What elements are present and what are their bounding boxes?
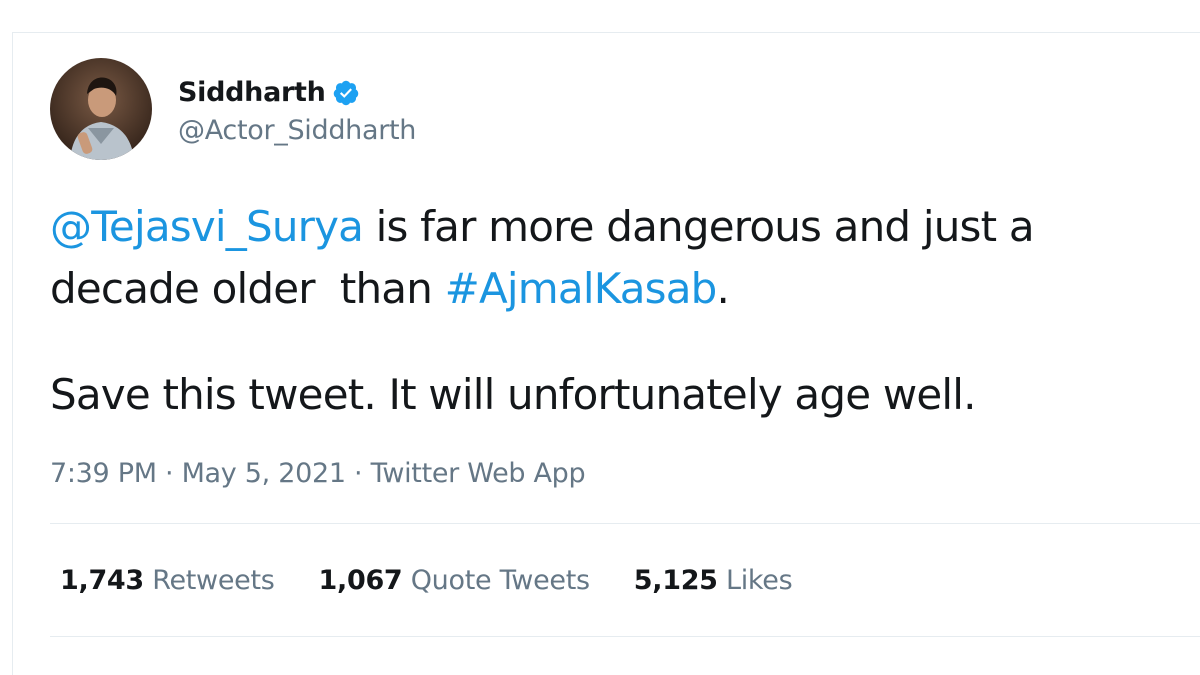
author-names: Siddharth @Actor_Siddharth bbox=[178, 73, 416, 146]
quote-tweets-stat[interactable]: 1,067 Quote Tweets bbox=[318, 564, 591, 596]
tweet-text-segment: is far more dangerous and just a bbox=[363, 202, 1035, 251]
tweet-text: @Tejasvi_Surya is far more dangerous and… bbox=[50, 196, 1200, 426]
likes-stat[interactable]: 5,125 Likes bbox=[634, 565, 793, 596]
tweet-card: Siddharth @Actor_Siddharth @Tejasvi_Sury… bbox=[50, 58, 1200, 637]
tweet-date[interactable]: May 5, 2021 bbox=[182, 458, 346, 489]
quote-tweets-count: 1,067 bbox=[318, 564, 403, 596]
verified-badge-icon bbox=[332, 79, 360, 107]
retweets-count: 1,743 bbox=[60, 564, 144, 596]
name-row: Siddharth bbox=[178, 73, 416, 113]
tweet-source[interactable]: Twitter Web App bbox=[371, 458, 586, 489]
meta-separator: · bbox=[345, 458, 371, 489]
tweet-line-2: decade older than #AjmalKasab. bbox=[50, 258, 1200, 320]
tweet-meta: 7:39 PM · May 5, 2021 · Twitter Web App bbox=[50, 458, 1200, 489]
retweets-label: Retweets bbox=[152, 564, 275, 596]
avatar[interactable] bbox=[50, 58, 152, 160]
tweet-stats: 1,743 Retweets 1,067 Quote Tweets 5,125 … bbox=[50, 524, 1200, 636]
handle[interactable]: @Actor_Siddharth bbox=[178, 115, 416, 146]
profile-photo-icon bbox=[50, 58, 152, 160]
meta-separator: · bbox=[156, 458, 182, 489]
top-divider bbox=[12, 32, 1200, 33]
display-name[interactable]: Siddharth bbox=[178, 77, 326, 108]
left-border bbox=[12, 32, 13, 675]
divider bbox=[50, 636, 1200, 637]
quote-tweets-label: Quote Tweets bbox=[410, 564, 590, 596]
tweet-time[interactable]: 7:39 PM bbox=[50, 458, 157, 489]
tweet-paragraph-2: Save this tweet. It will unfortunately a… bbox=[50, 370, 977, 419]
tweet-text-segment: . bbox=[716, 264, 730, 313]
tweet-line-1: @Tejasvi_Surya is far more dangerous and… bbox=[50, 196, 1200, 258]
likes-count: 5,125 bbox=[633, 564, 718, 596]
tweet-header: Siddharth @Actor_Siddharth bbox=[50, 58, 1200, 160]
retweets-stat[interactable]: 1,743 Retweets bbox=[60, 565, 275, 596]
tweet-text-segment: decade older than bbox=[50, 264, 445, 313]
mention-link[interactable]: @Tejasvi_Surya bbox=[50, 202, 364, 251]
hashtag-link[interactable]: #AjmalKasab bbox=[445, 264, 718, 313]
likes-label: Likes bbox=[725, 564, 793, 596]
